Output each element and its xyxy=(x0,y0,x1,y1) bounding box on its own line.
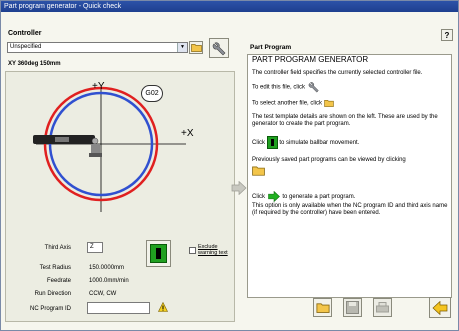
generate-arrow-button[interactable] xyxy=(230,180,248,196)
plus-x-label: +X xyxy=(181,128,194,139)
ballbar-device xyxy=(33,135,102,157)
nc-program-id-input[interactable] xyxy=(87,302,150,314)
doc-p3-row: To select another file, click xyxy=(252,99,448,108)
main-window: Part program generator - Quick check Con… xyxy=(0,0,459,331)
doc-title: PART PROGRAM GENERATOR xyxy=(252,55,369,64)
controller-dropdown-value: Unspecified xyxy=(10,44,42,50)
doc-p4: The test template details are shown on t… xyxy=(252,113,438,127)
doc-p5b: to simulate ballbar movement. xyxy=(279,139,360,146)
doc-p6: Previously saved part programs can be vi… xyxy=(252,156,406,163)
printer-icon xyxy=(376,301,389,312)
select-file-button[interactable] xyxy=(189,41,203,54)
plus-y-label: +Y xyxy=(92,81,105,92)
g02-direction-icon: G02 xyxy=(141,85,163,102)
help-button[interactable]: ? xyxy=(441,29,453,41)
nc-program-id-label: NC Program ID xyxy=(29,306,71,312)
test-radius-label: Test Radius xyxy=(39,265,71,271)
simulate-icon xyxy=(150,244,167,263)
save-program-button[interactable] xyxy=(343,298,362,317)
doc-p2: To edit this file, click xyxy=(252,84,306,91)
print-program-button[interactable] xyxy=(373,298,392,317)
doc-p7b: to generate a part program. xyxy=(282,193,356,200)
folder-icon xyxy=(315,303,330,313)
run-direction-value: CCW, CW xyxy=(89,291,117,297)
controller-heading: Controller xyxy=(8,30,42,37)
third-axis-input[interactable]: Z xyxy=(87,242,103,253)
feedrate-label: Feedrate xyxy=(46,278,71,284)
chevron-down-icon[interactable]: ▼ xyxy=(177,43,187,52)
doc-p7-row: Click to generate a part program. xyxy=(252,190,448,202)
test-radius-value: 150.0000mm xyxy=(89,265,125,271)
doc-p5a: Click xyxy=(252,139,265,146)
simulate-button[interactable] xyxy=(146,240,171,267)
doc-p1: The controller field specifies the curre… xyxy=(252,70,423,76)
part-program-heading: Part Program xyxy=(250,44,292,51)
doc-p3: To select another file, click xyxy=(252,100,323,107)
wrench-icon xyxy=(212,41,225,55)
window-title: Part program generator - Quick check xyxy=(1,1,458,12)
controller-dropdown[interactable]: Unspecified ▼ xyxy=(7,42,188,53)
arrow-left-icon xyxy=(432,300,448,315)
arrow-right-icon xyxy=(231,181,247,195)
feedrate-value: 1000.0mm/min xyxy=(89,278,129,284)
ballbar-plot xyxy=(33,86,186,212)
doc-p8: This option is only available when the N… xyxy=(252,202,448,216)
exclude-warning-checkbox[interactable] xyxy=(189,247,196,254)
edit-controller-button[interactable] xyxy=(209,38,229,58)
back-button[interactable] xyxy=(429,297,451,318)
arrow-right-icon xyxy=(267,190,280,202)
wrench-icon xyxy=(308,82,319,93)
folder-icon xyxy=(190,44,202,52)
exclude-warning-label: Exclude warning text xyxy=(198,244,228,256)
plot-heading: XY 360deg 150mm xyxy=(8,61,61,67)
help-icon: ? xyxy=(444,30,450,40)
g02-label: G02 xyxy=(145,90,159,97)
warning-icon xyxy=(158,302,168,312)
simulate-icon xyxy=(266,135,278,149)
folder-icon xyxy=(323,100,334,107)
doc-p2-row: To edit this file, click xyxy=(252,81,448,93)
open-folder-icon xyxy=(252,165,266,179)
doc-p5-row: Click to simulate ballbar movement. xyxy=(252,135,448,149)
part-program-doc: PART PROGRAM GENERATOR The controller fi… xyxy=(252,55,448,221)
open-program-button[interactable] xyxy=(313,298,332,317)
exclude-label-line2: warning text xyxy=(198,250,228,256)
doc-p7a: Click xyxy=(252,193,265,200)
third-axis-label: Third Axis xyxy=(44,245,71,251)
run-direction-label: Run Direction xyxy=(34,291,71,297)
save-icon xyxy=(346,301,359,314)
